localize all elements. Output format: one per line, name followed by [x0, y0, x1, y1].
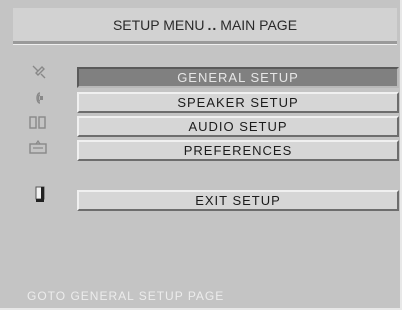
menu-item-label: SPEAKER SETUP — [177, 95, 299, 110]
status-hint: GOTO GENERAL SETUP PAGE — [27, 289, 225, 303]
menu-header: SETUP MENU .. MAIN PAGE — [13, 8, 397, 44]
preferences-icon — [29, 139, 47, 155]
menu-item-audio-setup[interactable]: AUDIO SETUP — [77, 116, 399, 137]
exit-setup-label: EXIT SETUP — [195, 193, 281, 208]
menu-item-speaker-setup[interactable]: SPEAKER SETUP — [77, 92, 399, 113]
header-separator: .. — [207, 16, 218, 33]
exit-door-icon — [31, 186, 49, 202]
exit-setup-button[interactable]: EXIT SETUP — [77, 190, 399, 211]
tools-icon — [30, 63, 48, 79]
osd-screen: SETUP MENU .. MAIN PAGE GENERAL SETUP SP… — [0, 0, 402, 310]
menu-item-label: AUDIO SETUP — [188, 119, 288, 134]
menu-item-preferences[interactable]: PREFERENCES — [77, 140, 399, 161]
menu-item-label: PREFERENCES — [183, 143, 293, 158]
header-title-left: SETUP MENU — [112, 16, 205, 33]
header-title-right: MAIN PAGE — [220, 16, 298, 33]
speaker-icon — [30, 90, 48, 106]
menu-item-general-setup[interactable]: GENERAL SETUP — [77, 67, 399, 88]
menu-item-label: GENERAL SETUP — [177, 70, 299, 85]
audio-icon — [29, 114, 47, 130]
